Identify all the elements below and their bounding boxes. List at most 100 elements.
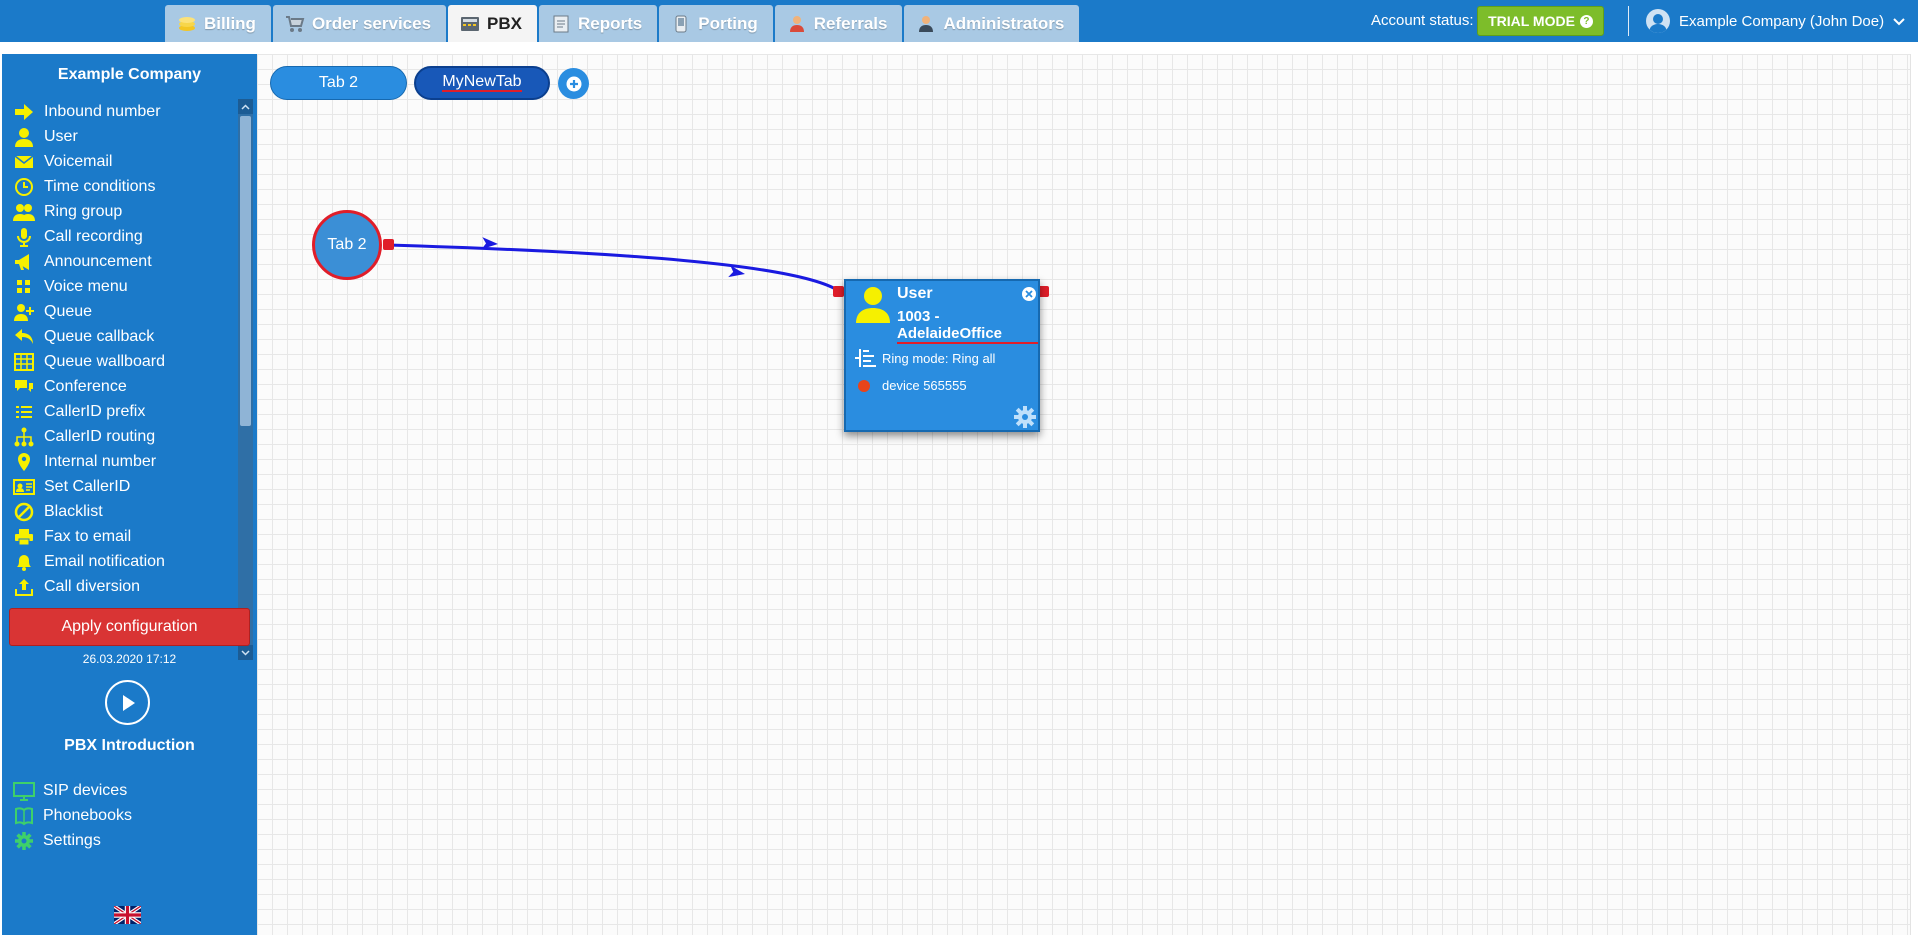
sidebar-scrollbar[interactable] (238, 99, 253, 660)
referrals-icon (787, 14, 807, 34)
monitor-icon (11, 780, 37, 802)
flow-canvas[interactable]: Tab 2 MyNewTab Tab 2 User 1003 - Adelaid… (257, 54, 1910, 935)
printer-icon (11, 526, 37, 548)
trial-mode-button[interactable]: TRIAL MODE ? (1477, 6, 1604, 36)
tab-porting[interactable]: Porting (659, 5, 773, 42)
tab-label: Referrals (813, 13, 888, 33)
sidebar-item-label: Announcement (44, 252, 152, 270)
megaphone-icon (11, 251, 37, 273)
billing-icon (177, 14, 197, 34)
sidebar-item-conference[interactable]: Conference (2, 374, 237, 399)
play-icon (122, 694, 135, 711)
sidebar-item-label: Ring group (44, 202, 123, 220)
envelope-icon (11, 151, 37, 173)
user-icon (11, 126, 37, 148)
gear-icon[interactable] (1013, 405, 1037, 429)
tab-node[interactable]: Tab 2 (312, 210, 382, 280)
user-node-name[interactable]: 1003 - AdelaideOffice (897, 308, 1038, 344)
pbx-icon (460, 14, 480, 34)
avatar-icon (1646, 9, 1670, 33)
canvas-tab-label: Tab 2 (318, 74, 359, 91)
sidebar-item-callerid-routing[interactable]: CallerID routing (2, 424, 237, 449)
chevron-down-icon (1893, 13, 1905, 30)
grid-icon (11, 276, 37, 298)
sidebar-item-email-notification[interactable]: Email notification (2, 549, 237, 574)
sidebar-item-call-recording[interactable]: Call recording (2, 224, 237, 249)
canvas-tab-mynewtab[interactable]: MyNewTab (414, 66, 550, 100)
scroll-up-icon[interactable] (238, 99, 253, 114)
user-node-card[interactable]: User 1003 - AdelaideOffice Ring mode: Ri… (844, 279, 1040, 432)
sidebar-item-label: Call recording (44, 227, 143, 245)
canvas-tab-tab-2[interactable]: Tab 2 (270, 66, 407, 100)
sidebar-item-voice-menu[interactable]: Voice menu (2, 274, 237, 299)
list-icon (11, 401, 37, 423)
play-intro-button[interactable] (105, 680, 150, 725)
reply-icon (11, 326, 37, 348)
tab-label: Billing (204, 13, 256, 33)
ban-icon (11, 501, 37, 523)
sidebar-item-ring-group[interactable]: Ring group (2, 199, 237, 224)
sidebar-item-label: SIP devices (43, 781, 128, 799)
scrollbar-thumb[interactable] (240, 116, 251, 426)
sidebar-item-call-diversion[interactable]: Call diversion (2, 574, 237, 599)
output-port[interactable] (383, 239, 394, 250)
apply-configuration-button[interactable]: Apply configuration (9, 608, 250, 646)
add-tab-button[interactable] (558, 68, 589, 99)
sidebar-item-label: Queue callback (44, 327, 155, 345)
connection-arrow-icon (728, 265, 745, 278)
user-menu-label: Example Company (John Doe) (1679, 12, 1885, 30)
table-icon (11, 351, 37, 373)
account-status-label: Account status: (1371, 12, 1474, 29)
tab-order-services[interactable]: Order services (272, 5, 447, 42)
device-status-dot (858, 379, 870, 392)
tab-billing[interactable]: Billing (165, 5, 271, 42)
connection-line[interactable] (387, 243, 840, 293)
input-port[interactable] (833, 286, 844, 297)
clock-icon (11, 176, 37, 198)
sidebar-item-inbound-number[interactable]: Inbound number (2, 99, 237, 124)
reports-icon (551, 14, 571, 34)
gear-icon (11, 830, 37, 852)
close-icon[interactable] (1022, 287, 1036, 301)
sidebar-item-label: Internal number (44, 452, 157, 470)
tab-administrators[interactable]: Administrators (904, 5, 1080, 42)
sidebar-item-label: Phonebooks (43, 806, 132, 824)
sidebar-item-label: Inbound number (44, 102, 161, 120)
sidebar-item-phonebooks[interactable]: Phonebooks (2, 803, 252, 828)
sidebar-item-fax-to-email[interactable]: Fax to email (2, 524, 237, 549)
bottom-menu: SIP devices Phonebooks Settings (2, 778, 252, 853)
sidebar-item-sip-devices[interactable]: SIP devices (2, 778, 252, 803)
sidebar-item-blacklist[interactable]: Blacklist (2, 499, 237, 524)
sidebar: Example Company Inbound number User Voic… (2, 54, 257, 935)
top-navigation-bar: Billing Order services PBX Reports Porti… (0, 0, 1918, 42)
trial-mode-label: TRIAL MODE (1488, 13, 1575, 29)
uk-flag-icon[interactable] (114, 906, 141, 924)
sidebar-item-queue-wallboard[interactable]: Queue wallboard (2, 349, 237, 374)
sidebar-item-internal-number[interactable]: Internal number (2, 449, 237, 474)
sidebar-item-queue-callback[interactable]: Queue callback (2, 324, 237, 349)
sidebar-item-label: Set CallerID (44, 477, 131, 495)
tab-reports[interactable]: Reports (539, 5, 658, 42)
sidebar-item-queue[interactable]: Queue (2, 299, 237, 324)
user-menu[interactable]: Example Company (John Doe) (1646, 9, 1905, 33)
sidebar-item-callerid-prefix[interactable]: CallerID prefix (2, 399, 237, 424)
sidebar-item-label: CallerID prefix (44, 402, 146, 420)
tab-referrals[interactable]: Referrals (774, 5, 903, 42)
device-row: device 565555 (858, 378, 967, 393)
device-label: device 565555 (882, 378, 967, 393)
user-icon (856, 287, 890, 323)
sidebar-item-time-conditions[interactable]: Time conditions (2, 174, 237, 199)
sidebar-item-user[interactable]: User (2, 124, 237, 149)
main-tabs: Billing Order services PBX Reports Porti… (165, 5, 1081, 42)
sidebar-item-label: Queue (44, 302, 93, 320)
sidebar-item-settings[interactable]: Settings (2, 828, 252, 853)
sidebar-item-voicemail[interactable]: Voicemail (2, 149, 237, 174)
sidebar-item-set-callerid[interactable]: Set CallerID (2, 474, 237, 499)
porting-icon (671, 14, 691, 34)
microphone-icon (11, 226, 37, 248)
sidebar-item-announcement[interactable]: Announcement (2, 249, 237, 274)
tab-label: Administrators (943, 13, 1065, 33)
tab-label: Reports (578, 13, 643, 33)
tab-pbx[interactable]: PBX (448, 5, 538, 42)
id-card-icon (11, 476, 37, 498)
